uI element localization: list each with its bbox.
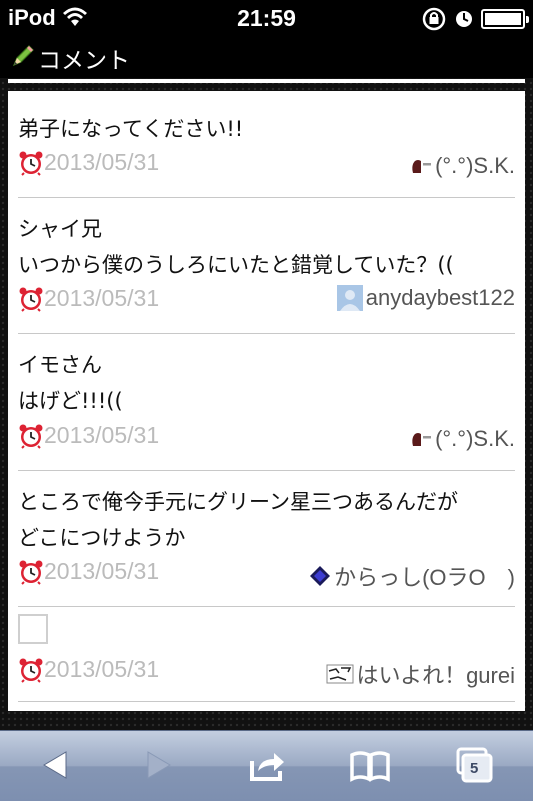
tabs-count: 5 [470,760,479,777]
diamond-avatar-icon [310,566,331,586]
sketch-avatar-icon [326,664,354,684]
comment-text: いつから僕のうしろにいたと錯覚していた？(( [18,253,454,277]
comment-author[interactable]: はいよれ！gurei [326,658,515,690]
comment-date: 2013/05/31 [18,558,159,585]
comment-date-text: 2013/05/31 [44,422,160,448]
browser-toolbar: 5 [0,730,533,801]
author-name: からっし(OラO ) [334,565,515,590]
pencil-icon [12,45,34,67]
author-name: (°.°)S.K. [435,426,515,451]
comment-date-text: 2013/05/31 [44,558,160,584]
alarm-clock-icon [19,560,43,585]
comment-list: 弟子になってください!! 2013/05/31 (°.°)S.K. シャイ兄 い… [8,91,525,711]
comment-item: ところで俺今手元にグリーン星三つあるんだが どこにつけようか 2013/05/3… [18,470,515,607]
author-name: (°.°)S.K. [435,153,515,178]
alarm-clock-icon [19,287,43,312]
comment-date: 2013/05/31 [18,656,159,683]
comment-date-text: 2013/05/31 [44,285,160,311]
forward-arrow-icon[interactable] [136,745,180,785]
comment-text: はげど!!!(( [18,389,123,413]
battery-icon [481,9,529,29]
image-placeholder [18,614,48,644]
comment-text: どこにつけようか [18,526,186,550]
author-avatar-icon [412,433,432,446]
alarm-clock-icon [19,658,43,683]
comment-author[interactable]: (°.°)S.K. [410,153,515,179]
comment-date-text: 2013/05/31 [44,149,160,175]
author-name: anydaybest122 [365,285,515,310]
author-avatar-icon [412,160,432,173]
alarm-clock-icon [19,424,43,449]
default-user-avatar-icon [336,285,363,311]
comment-text: ところで俺今手元にグリーン星三つあるんだが [18,490,458,514]
tabs-button[interactable]: 5 [454,745,498,785]
bookmarks-icon[interactable] [348,745,392,785]
comment-text: イモさん [18,353,102,377]
section-header: コメント [0,38,533,78]
comment-item: 弟子になってください!! 2013/05/31 (°.°)S.K. [18,91,515,198]
comment-item: イモさん はげど!!!(( 2013/05/31 (°.°)S.K. [18,333,515,471]
comment-text: シャイ兄 [18,217,102,241]
comment-item: 2013/05/31 はいよれ！gurei [18,606,515,702]
comment-author[interactable]: からっし(OラO ) [309,560,515,592]
header-divider [8,79,525,83]
author-name: はいよれ！gurei [356,663,515,688]
rotation-lock-icon [422,7,446,31]
comment-item: シャイ兄 いつから僕のうしろにいたと錯覚していた？(( 2013/05/31 a… [18,197,515,334]
back-arrow-icon[interactable] [34,745,78,785]
alarm-status-icon [456,11,472,27]
status-bar: iPod 21:59 [0,0,533,38]
comment-author[interactable]: anydaybest122 [336,285,515,311]
comment-date-text: 2013/05/31 [44,656,160,682]
comment-date: 2013/05/31 [18,285,159,312]
comment-date: 2013/05/31 [18,422,159,449]
alarm-clock-icon [19,151,43,176]
comment-author[interactable]: (°.°)S.K. [410,426,515,452]
comment-text: 弟子になってください!! [18,117,244,141]
page-title: コメント [38,48,130,74]
share-icon[interactable] [246,745,290,785]
comment-date: 2013/05/31 [18,149,159,176]
